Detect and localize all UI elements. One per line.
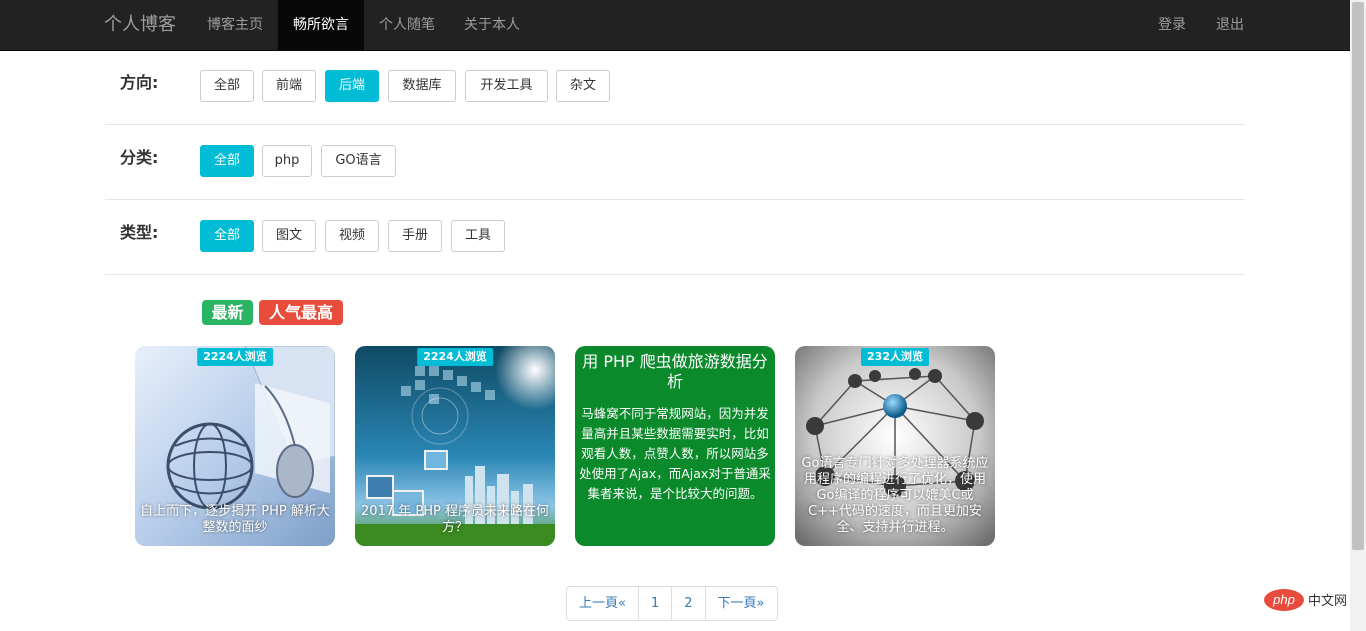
direction-misc-button[interactable]: 杂文 [556, 70, 610, 102]
article-card-3[interactable]: 用 PHP 爬虫做旅游数据分析 马蜂窝不同于常规网站，因为并发量高并且某些数据需… [575, 346, 775, 546]
top-navbar: 个人博客 博客主页 畅所欲言 个人随笔 关于本人 登录 退出 [0, 0, 1350, 51]
views-badge: 2224人浏览 [197, 348, 273, 366]
type-video-button[interactable]: 视频 [325, 220, 379, 252]
filter-label-direction: 方向: [120, 73, 159, 92]
svg-text:中文网: 中文网 [1308, 594, 1347, 609]
login-link[interactable]: 登录 [1143, 0, 1201, 50]
prev-page-button[interactable]: 上一頁« [567, 587, 639, 620]
php-logo-icon: php 中文网 [1264, 589, 1347, 611]
direction-all-button[interactable]: 全部 [200, 70, 254, 102]
svg-text:php: php [1272, 592, 1295, 607]
direction-frontend-button[interactable]: 前端 [262, 70, 316, 102]
page-2-button[interactable]: 2 [672, 587, 706, 620]
filter-row-direction: 方向: 全部 前端 后端 数据库 开发工具 杂文 [105, 51, 1245, 125]
filter-label-type: 类型: [120, 223, 159, 242]
card-title: 用 PHP 爬虫做旅游数据分析 [582, 352, 768, 391]
direction-backend-button[interactable]: 后端 [325, 70, 379, 102]
direction-database-button[interactable]: 数据库 [388, 70, 456, 102]
scrollbar-thumb[interactable] [1352, 2, 1364, 550]
nav-item-home[interactable]: 博客主页 [192, 0, 278, 50]
article-card-1[interactable]: 2224人浏览 自上而下，逐步揭开 PHP 解析大整数的面纱 [135, 346, 335, 546]
views-badge: 2224人浏览 [417, 348, 493, 366]
nav-item-about[interactable]: 关于本人 [449, 0, 535, 50]
php-cn-watermark: php 中文网 [1264, 588, 1350, 616]
category-all-button[interactable]: 全部 [200, 145, 254, 177]
brand-logo[interactable]: 个人博客 [104, 0, 176, 50]
pagination: 上一頁« 1 2 下一頁» [566, 586, 778, 621]
views-badge: 232人浏览 [861, 348, 929, 366]
nav-item-essays[interactable]: 个人随笔 [364, 0, 450, 50]
sort-popular-tab[interactable]: 人气最高 [259, 300, 343, 325]
page-1-button[interactable]: 1 [639, 587, 673, 620]
card-caption: Go语言专门针对多处理器系统应用程序的编程进行了优化，使用Go编译的程序可以媲美… [801, 456, 989, 535]
next-page-button[interactable]: 下一頁» [706, 587, 777, 620]
type-all-button[interactable]: 全部 [200, 220, 254, 252]
vertical-scrollbar[interactable] [1350, 0, 1366, 631]
card-summary: 马蜂窝不同于常规网站，因为并发量高并且某些数据需要实时，比如观看人数，点赞人数，… [579, 406, 771, 501]
category-php-button[interactable]: php [262, 145, 312, 177]
article-card-2[interactable]: 2224人浏览 2017 年 PHP 程序员未来路在何方？ [355, 346, 555, 546]
logout-link[interactable]: 退出 [1201, 0, 1259, 50]
filter-row-type: 类型: 全部 图文 视频 手册 工具 [105, 200, 1245, 275]
article-card-4[interactable]: 232人浏览 Go语言专门针对多处理器系统应用程序的编程进行了优化，使用Go编译… [795, 346, 995, 546]
category-go-button[interactable]: GO语言 [321, 145, 396, 177]
filter-label-category: 分类: [120, 148, 159, 167]
type-article-button[interactable]: 图文 [262, 220, 316, 252]
card-caption: 2017 年 PHP 程序员未来路在何方？ [361, 504, 549, 535]
type-manual-button[interactable]: 手册 [388, 220, 442, 252]
direction-devtools-button[interactable]: 开发工具 [465, 70, 548, 102]
nav-item-discuss[interactable]: 畅所欲言 [278, 0, 364, 50]
sort-latest-tab[interactable]: 最新 [202, 300, 253, 325]
type-tools-button[interactable]: 工具 [451, 220, 505, 252]
card-caption: 自上而下，逐步揭开 PHP 解析大整数的面纱 [140, 504, 330, 535]
filter-row-category: 分类: 全部 php GO语言 [105, 125, 1245, 200]
